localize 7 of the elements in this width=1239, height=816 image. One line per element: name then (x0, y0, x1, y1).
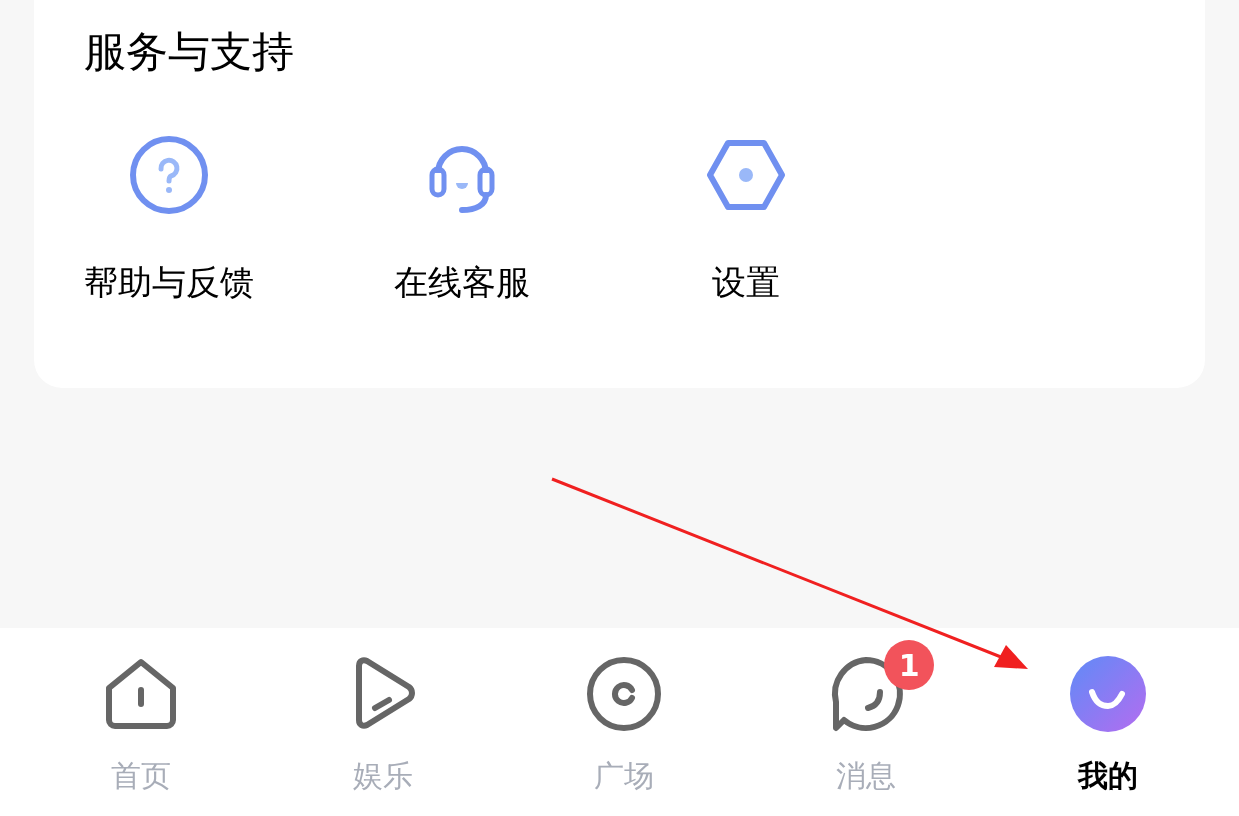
help-icon (127, 133, 211, 217)
service-item[interactable]: 帮助与反馈 (84, 133, 394, 308)
tab-item[interactable]: 我的 (987, 628, 1229, 816)
section-title: 服务与支持 (84, 26, 294, 78)
service-item[interactable]: 在线客服 (394, 133, 704, 308)
service-item[interactable]: 设置 (704, 133, 1014, 308)
notification-badge: 1 (884, 640, 935, 690)
